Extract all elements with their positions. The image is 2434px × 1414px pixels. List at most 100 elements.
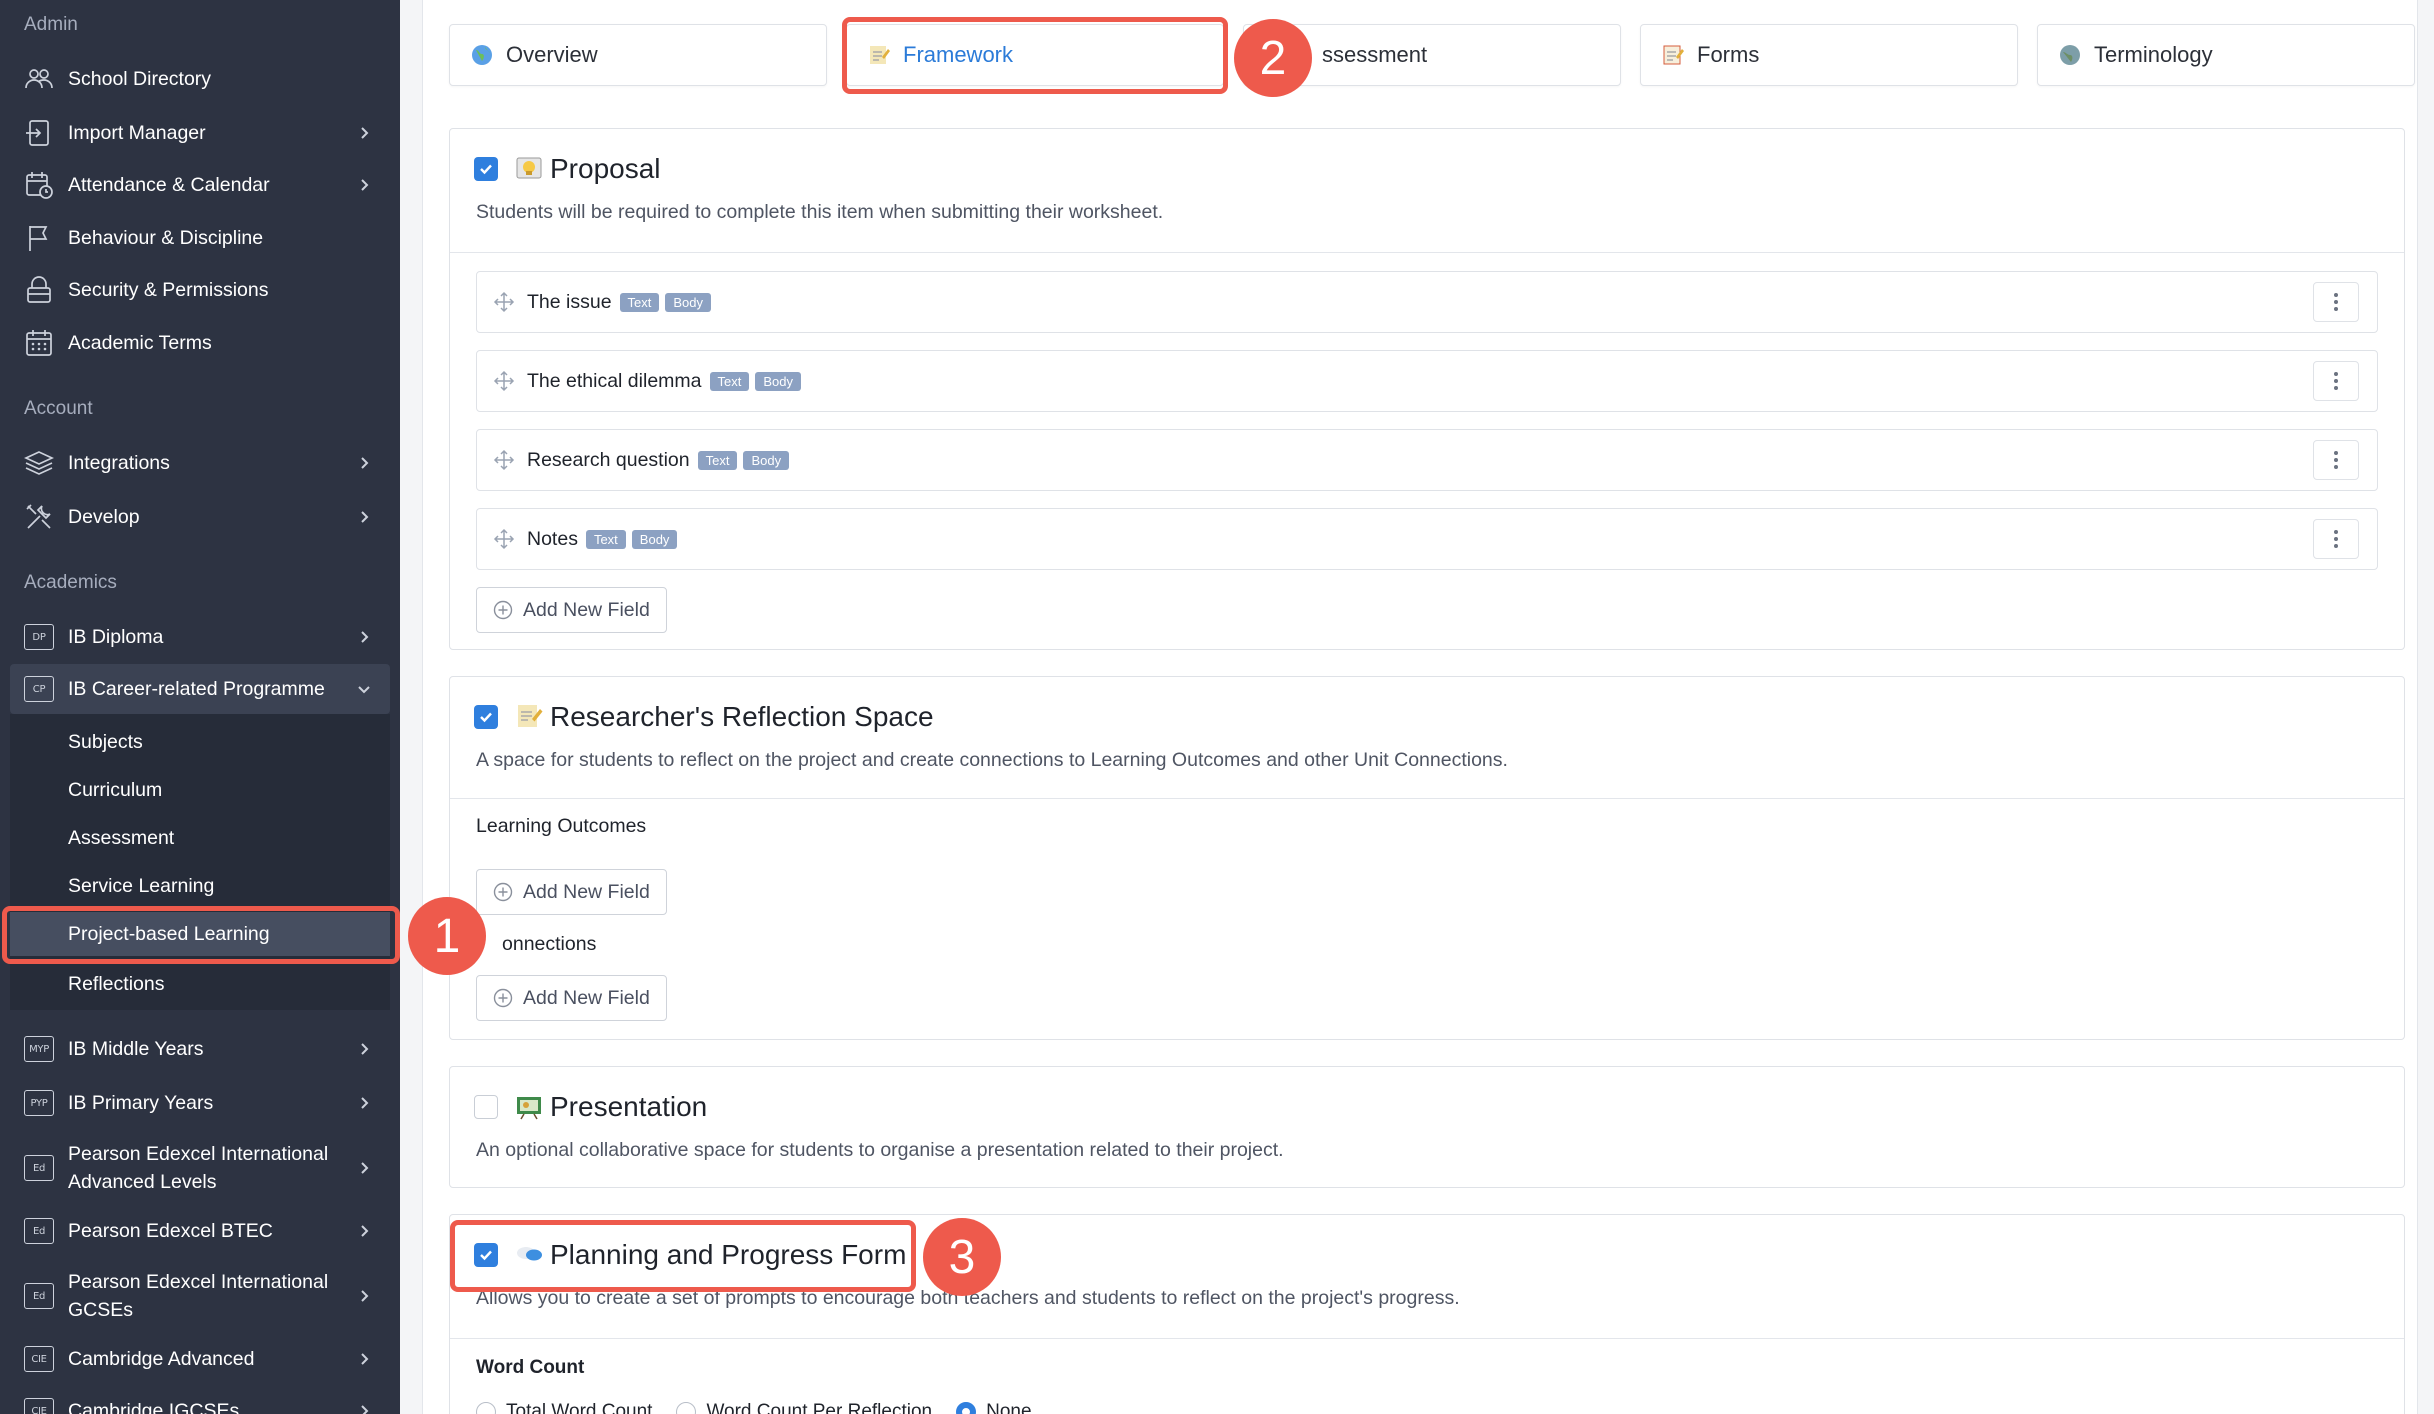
chevron-right-icon	[352, 510, 376, 524]
add-button-label: Add New Field	[523, 986, 650, 1009]
more-options-button[interactable]	[2313, 440, 2359, 480]
globe-icon	[468, 41, 496, 69]
reflection-checkbox[interactable]	[474, 705, 498, 729]
chevron-right-icon	[352, 1289, 376, 1303]
sidebar-item-label: Attendance & Calendar	[68, 173, 270, 196]
type-tag: Text	[709, 371, 750, 391]
proposal-header: Proposal Students will be required to co…	[450, 129, 2404, 253]
learning-outcomes-label: Learning Outcomes	[476, 815, 647, 837]
radio-button[interactable]	[676, 1402, 697, 1414]
connections-label: onnections	[502, 933, 597, 955]
tab-forms[interactable]: Forms	[1640, 24, 2018, 86]
presentation-checkbox[interactable]	[474, 1095, 498, 1119]
presentation-header: Presentation An optional collaborative s…	[450, 1067, 2404, 1187]
more-options-button[interactable]	[2313, 519, 2359, 559]
plus-circle-icon	[493, 600, 513, 620]
step-marker-1: 1	[408, 897, 486, 975]
drag-handle-icon[interactable]	[491, 449, 517, 471]
sidebar-subitem-subjects[interactable]: Subjects	[10, 720, 390, 764]
calendar-icon	[22, 326, 56, 360]
sidebar-item-pearson-igcse[interactable]: Ed Pearson Edexcel International GCSEs	[10, 1266, 390, 1326]
drag-handle-icon[interactable]	[491, 291, 517, 313]
sidebar-item-label: IB Career-related Programme	[68, 677, 325, 700]
chevron-right-icon	[352, 1161, 376, 1175]
radio-button[interactable]	[476, 1402, 496, 1414]
sidebar-item-label: Pearson Edexcel BTEC	[68, 1219, 273, 1242]
step-marker-3: 3	[923, 1218, 1001, 1296]
sidebar-subitem-curriculum[interactable]: Curriculum	[10, 768, 390, 812]
sidebar-item-import-manager[interactable]: Import Manager	[10, 108, 390, 158]
more-options-button[interactable]	[2313, 282, 2359, 322]
people-icon	[22, 62, 56, 96]
sidebar-item-cambridge-advanced[interactable]: CIE Cambridge Advanced	[10, 1334, 390, 1384]
dp-badge-icon: DP	[24, 624, 54, 650]
proposal-description: Students will be required to complete th…	[476, 201, 1164, 223]
section-heading-admin: Admin	[24, 14, 78, 35]
chevron-right-icon	[352, 126, 376, 140]
sidebar-item-label: Behaviour & Discipline	[68, 226, 264, 249]
drag-handle-icon[interactable]	[491, 370, 517, 392]
tab-terminology[interactable]: Terminology	[2037, 24, 2415, 86]
sidebar-item-label: School Directory	[68, 67, 212, 90]
sidebar-item-behaviour-discipline[interactable]: Behaviour & Discipline	[10, 213, 390, 263]
drag-handle-icon[interactable]	[491, 528, 517, 550]
sidebar-item-ib-middle-years[interactable]: MYP IB Middle Years	[10, 1024, 390, 1074]
proposal-checkbox[interactable]	[474, 157, 498, 181]
field-row-the-issue[interactable]: The issue Text Body	[476, 271, 2378, 333]
highlight-box-project-based-learning	[2, 906, 400, 964]
chevron-down-icon	[352, 682, 376, 696]
sidebar-item-school-directory[interactable]: School Directory	[10, 54, 390, 104]
add-new-field-button[interactable]: Add New Field	[476, 587, 667, 633]
layers-icon	[22, 446, 56, 480]
tab-label: Overview	[506, 42, 598, 67]
sidebar-item-ib-diploma[interactable]: DP IB Diploma	[10, 612, 390, 662]
field-name: The ethical dilemma	[527, 369, 702, 392]
sidebar-item-label: Pearson Edexcel International GCSEs	[68, 1270, 329, 1321]
pyp-badge-icon: PYP	[24, 1090, 54, 1116]
field-name: Notes	[527, 527, 578, 550]
sidebar-subitem-reflections[interactable]: Reflections	[10, 962, 390, 1006]
style-tag: Body	[631, 529, 678, 549]
presentation-card: Presentation An optional collaborative s…	[449, 1066, 2405, 1188]
option-none[interactable]: None	[956, 1401, 1032, 1414]
sidebar-item-cambridge-igcses[interactable]: CIE Cambridge IGCSEs	[10, 1386, 390, 1414]
radio-button-selected[interactable]	[956, 1402, 977, 1414]
style-tag: Body	[743, 450, 790, 470]
sidebar-subitem-service-learning[interactable]: Service Learning	[10, 864, 390, 908]
field-name: Research question	[527, 448, 690, 471]
memo-icon	[514, 701, 544, 731]
tools-icon	[22, 500, 56, 534]
chevron-right-icon	[352, 1042, 376, 1056]
edexcel-badge-icon: Ed	[24, 1283, 54, 1309]
sidebar-item-attendance-calendar[interactable]: Attendance & Calendar	[10, 160, 390, 210]
sidebar-item-label: Cambridge Advanced	[68, 1347, 255, 1370]
chevron-right-icon	[352, 178, 376, 192]
field-row-notes[interactable]: Notes Text Body	[476, 508, 2378, 570]
field-row-research-question[interactable]: Research question Text Body	[476, 429, 2378, 491]
sidebar-item-label: Security & Permissions	[68, 278, 269, 301]
option-total-word-count[interactable]: Total Word Count	[476, 1401, 652, 1414]
cp-badge-icon: CP	[24, 676, 54, 702]
sidebar-item-ib-career-related[interactable]: CP IB Career-related Programme	[10, 664, 390, 714]
field-row-ethical-dilemma[interactable]: The ethical dilemma Text Body	[476, 350, 2378, 412]
sidebar-item-ib-primary-years[interactable]: PYP IB Primary Years	[10, 1078, 390, 1128]
sidebar-item-academic-terms[interactable]: Academic Terms	[10, 318, 390, 368]
sidebar-item-integrations[interactable]: Integrations	[10, 438, 390, 488]
option-word-count-per-reflection[interactable]: Word Count Per Reflection	[676, 1401, 932, 1414]
tab-overview[interactable]: Overview	[449, 24, 827, 86]
sidebar-item-pearson-ial[interactable]: Ed Pearson Edexcel International Advance…	[10, 1138, 390, 1198]
reflection-header: Researcher's Reflection Space A space fo…	[450, 677, 2404, 799]
chevron-right-icon	[352, 1224, 376, 1238]
sidebar-item-security-permissions[interactable]: Security & Permissions	[10, 265, 390, 315]
sidebar-item-label: Cambridge IGCSEs	[68, 1399, 240, 1414]
sidebar-item-label: Academic Terms	[68, 331, 212, 354]
more-options-button[interactable]	[2313, 361, 2359, 401]
sidebar-subitem-assessment[interactable]: Assessment	[10, 816, 390, 860]
sidebar-item-develop[interactable]: Develop	[10, 492, 390, 542]
edexcel-badge-icon: Ed	[24, 1155, 54, 1181]
add-connection-button[interactable]: Add New Field	[476, 975, 667, 1021]
add-learning-outcome-button[interactable]: Add New Field	[476, 869, 667, 915]
type-tag: Text	[697, 450, 738, 470]
highlight-box-planning-form	[450, 1220, 916, 1292]
sidebar-item-pearson-btec[interactable]: Ed Pearson Edexcel BTEC	[10, 1206, 390, 1256]
